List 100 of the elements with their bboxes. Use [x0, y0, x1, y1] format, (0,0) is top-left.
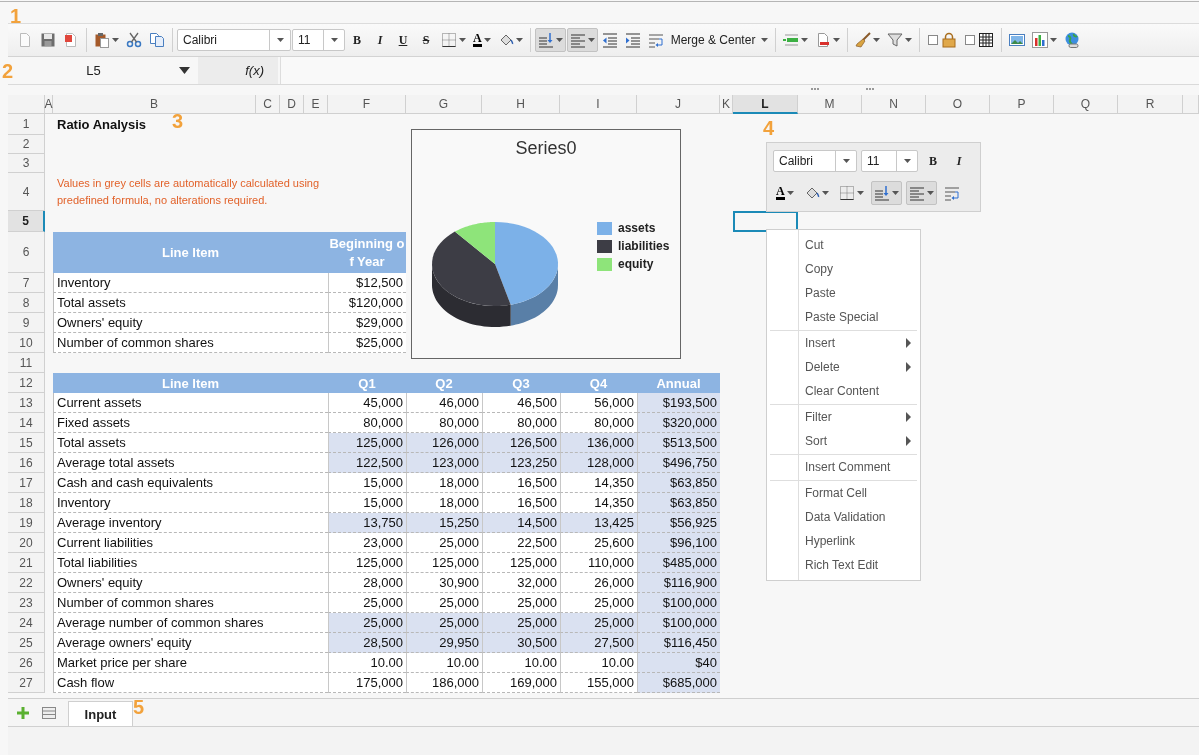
chart-frame[interactable]: Series0 assets liabilities equity [411, 129, 681, 359]
italic-button[interactable]: I [369, 28, 391, 52]
menu-item[interactable]: Cut [770, 233, 917, 257]
menu-item[interactable]: Clear Content [770, 379, 917, 403]
brush-icon [855, 32, 872, 48]
menu-item[interactable]: Data Validation [770, 505, 917, 529]
row-header[interactable]: 3 [8, 154, 45, 173]
vertical-align-icon [873, 185, 890, 201]
table-cell: 16,500 [482, 493, 560, 513]
vertical-align-button[interactable] [870, 181, 902, 205]
column-header[interactable]: O [926, 95, 990, 114]
vertical-align-button[interactable] [534, 28, 566, 52]
caret-icon [761, 38, 769, 42]
table-cell: 80,000 [482, 413, 560, 433]
table-cell: 10.00 [406, 653, 482, 673]
column-header[interactable]: L [733, 95, 798, 114]
column-header[interactable]: C [256, 95, 280, 114]
function-button[interactable]: f(x) [198, 57, 280, 84]
menu-item[interactable]: Paste [770, 281, 917, 305]
column-header[interactable]: Q [1054, 95, 1118, 114]
row-header[interactable]: 16 [8, 453, 45, 473]
menu-item[interactable]: Paste Special [770, 305, 917, 329]
bold-button[interactable]: B [346, 28, 368, 52]
row-header[interactable]: 12 [8, 373, 45, 393]
row-header[interactable]: 18 [8, 493, 45, 513]
row-header[interactable]: 13 [8, 393, 45, 413]
column-header[interactable]: I [560, 95, 637, 114]
sheet-tab[interactable]: Input [68, 701, 133, 726]
align-left-button[interactable] [905, 181, 937, 205]
column-header[interactable]: H [482, 95, 560, 114]
table-cell: 155,000 [560, 673, 637, 693]
font-size-select[interactable]: 11 [861, 150, 918, 172]
row-header[interactable]: 5 [8, 211, 45, 232]
column-header[interactable]: E [304, 95, 328, 114]
menu-item[interactable]: Sort [770, 429, 917, 453]
table-cell: 30,900 [406, 573, 482, 593]
column-header[interactable]: B [53, 95, 256, 114]
table-cell: 22,500 [482, 533, 560, 553]
row-header[interactable]: 20 [8, 533, 45, 553]
row-header[interactable]: 4 [8, 173, 45, 211]
column-header[interactable]: R [1118, 95, 1183, 114]
column-header[interactable]: M [798, 95, 862, 114]
menu-item[interactable]: Filter [770, 405, 917, 429]
menu-item[interactable]: Insert [770, 331, 917, 355]
menu-item[interactable]: Delete [770, 355, 917, 379]
filter-icon [887, 32, 904, 48]
table-cell: $120,000 [328, 293, 406, 313]
table-cell: 32,000 [482, 573, 560, 593]
row-header[interactable]: 8 [8, 293, 45, 313]
column-header[interactable]: D [280, 95, 304, 114]
table-cell: 25,000 [482, 593, 560, 613]
image-icon [1009, 32, 1026, 48]
column-header[interactable]: J [637, 95, 720, 114]
row-header[interactable]: 2 [8, 135, 45, 154]
underline-button[interactable]: U [392, 28, 414, 52]
row-header[interactable]: 26 [8, 653, 45, 673]
row-header[interactable]: 7 [8, 273, 45, 293]
column-header[interactable]: K [720, 95, 733, 114]
row-header[interactable]: 19 [8, 513, 45, 533]
strikethrough-button[interactable]: S [415, 28, 437, 52]
column-header[interactable]: N [862, 95, 926, 114]
row-header[interactable]: 11 [8, 353, 45, 373]
menu-item[interactable]: Format Cell [770, 481, 917, 505]
menu-item[interactable]: Copy [770, 257, 917, 281]
column-header[interactable]: F [328, 95, 406, 114]
table-cell: 123,000 [406, 453, 482, 473]
row-header[interactable]: 14 [8, 413, 45, 433]
table-cell: 25,000 [482, 613, 560, 633]
font-color-button[interactable]: A [470, 28, 494, 52]
align-left-button[interactable] [566, 28, 598, 52]
table-cell: 13,425 [560, 513, 637, 533]
row-header[interactable]: 24 [8, 613, 45, 633]
row-header[interactable]: 21 [8, 553, 45, 573]
font-select[interactable]: Calibri [177, 29, 291, 51]
column-header[interactable]: G [406, 95, 482, 114]
column-header[interactable]: P [990, 95, 1054, 114]
table-cell: Inventory [53, 493, 328, 513]
row-header[interactable]: 10 [8, 333, 45, 353]
font-color-button[interactable]: A [773, 181, 797, 205]
table-cell: 25,000 [328, 593, 406, 613]
row-header[interactable]: 1 [8, 114, 45, 135]
merge-center-button[interactable]: Merge & Center [667, 28, 772, 52]
italic-button[interactable]: I [948, 149, 970, 173]
menu-item[interactable]: Insert Comment [770, 455, 917, 479]
row-header[interactable]: 15 [8, 433, 45, 453]
table-cell: $685,000 [637, 673, 720, 693]
row-header[interactable]: 25 [8, 633, 45, 653]
menu-item[interactable]: Rich Text Edit [770, 553, 917, 577]
row-header[interactable]: 6 [8, 232, 45, 273]
row-header[interactable]: 9 [8, 313, 45, 333]
bold-button[interactable]: B [922, 149, 944, 173]
indent-icon [624, 32, 641, 48]
menu-item[interactable]: Hyperlink [770, 529, 917, 553]
font-size-select[interactable]: 11 [292, 29, 345, 51]
row-header[interactable]: 17 [8, 473, 45, 493]
row-header[interactable]: 22 [8, 573, 45, 593]
table-header: Beginning of Year [328, 232, 406, 273]
row-header[interactable]: 27 [8, 673, 45, 693]
row-header[interactable]: 23 [8, 593, 45, 613]
font-select[interactable]: Calibri [773, 150, 857, 172]
